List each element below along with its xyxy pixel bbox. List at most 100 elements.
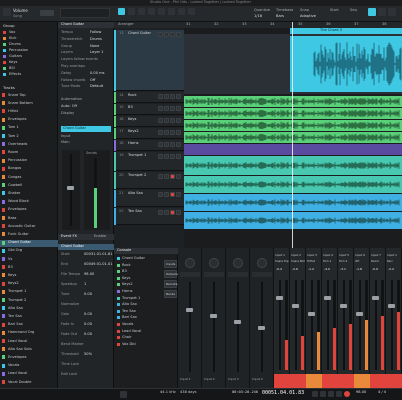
track-list-item[interactable]: Envelopes [0,117,58,124]
listen-tool-icon[interactable] [188,8,195,15]
track-list-item[interactable]: Envelopes [0,354,58,361]
solo-button[interactable] [164,209,169,215]
rewind-icon[interactable] [312,391,318,397]
track-list-item[interactable]: Tom 2 [0,133,58,140]
record-arm-button[interactable] [170,31,175,37]
monitor-button[interactable] [176,153,181,159]
event-field-value[interactable]: 00049.01.01.01 [84,262,113,267]
folder-lane[interactable] [184,144,402,155]
track-header[interactable]: 18 Horns [114,140,184,151]
mute-tool-icon[interactable] [168,8,175,15]
track-list-item[interactable]: Overheads [0,141,58,148]
record-arm-button[interactable] [170,93,175,99]
event-field-value[interactable]: 50% [84,352,92,357]
channel-fader-handle[interactable] [67,186,74,190]
track-list-item[interactable]: Trumpet 1 [0,289,58,296]
group-item[interactable]: Effects [0,72,58,78]
track-list-item[interactable]: Room [0,149,58,156]
inspector-field-value[interactable]: Drums [90,37,102,42]
performance-icon[interactable] [120,391,127,398]
track-list-item[interactable]: Cowbell [0,182,58,189]
console-tab[interactable]: Inputs [164,260,177,268]
insert-slot[interactable] [228,272,248,277]
play-icon[interactable] [336,391,342,397]
track-list-item[interactable]: Trumpet 2 [0,297,58,304]
record-arm-button[interactable] [170,141,175,147]
console-list-item[interactable]: Chord Guitar [114,256,162,262]
track-list-item[interactable]: Shaker [0,190,58,197]
track-header[interactable]: 15 B3 [114,104,184,115]
console-list-item[interactable]: Alto Sax [114,302,162,308]
console-list-item[interactable]: Trumpet 1 [114,296,162,302]
fader-handle[interactable] [356,312,363,316]
track-list-item[interactable]: Percussion [0,158,58,165]
monitor-button[interactable] [176,173,181,179]
track-list-item[interactable]: Vocals [0,363,58,370]
record-arm-button[interactable] [170,153,175,159]
track-list-item[interactable]: Wood Block [0,199,58,206]
console-list-item[interactable]: Vocals [114,322,162,328]
track-list-item[interactable]: Lead Vocal [0,338,58,345]
track-header[interactable]: 13 Chord Guitar [114,30,184,91]
monitor-button[interactable] [176,105,181,111]
track-list-item[interactable]: Gtd Org [0,248,58,255]
tempo-display[interactable]: 98.00 [356,390,366,395]
track-list-item[interactable]: Lead Vocal [0,371,58,378]
fader-handle[interactable] [292,304,299,308]
event-field-value[interactable]: 00031.01.01.81 [84,252,113,257]
solo-button[interactable] [164,31,169,37]
track-list-item[interactable]: Keys [0,272,58,279]
event-field-value[interactable]: 0.00 [84,322,92,327]
record-arm-button[interactable] [170,105,175,111]
track-list-item[interactable]: B3 [0,264,58,271]
track-header[interactable]: 22 Ten Sax [114,208,184,225]
event-fx-enable[interactable]: Enable [94,234,106,239]
record-arm-button[interactable] [170,209,175,215]
mute-button[interactable] [158,117,163,123]
monitor-button[interactable] [176,191,181,197]
snap-value[interactable]: Adaptive [300,14,316,19]
track-list-item[interactable]: Keys2 [0,281,58,288]
solo-button[interactable] [164,173,169,179]
record-arm-button[interactable] [170,117,175,123]
console-list-item[interactable]: Bari Sax [114,315,162,321]
console-list-item[interactable]: Ten Sax [114,309,162,315]
track-list-item[interactable]: Funk Guitar [0,231,58,238]
fader-handle[interactable] [210,314,217,318]
track-list-item[interactable]: Alto Sax Solo [0,346,58,353]
playhead[interactable] [292,22,293,248]
event-field-value[interactable]: 0.00 [84,292,92,297]
monitor-button[interactable] [176,209,181,215]
inspector-field-value[interactable]: Default [90,85,103,89]
mix-view-icon[interactable] [378,8,386,16]
mute-button[interactable] [158,153,163,159]
fader-handle[interactable] [388,304,395,308]
quantize-value[interactable]: 1/16 [254,14,262,19]
record-arm-button[interactable] [170,191,175,197]
split-tool-icon[interactable] [138,8,145,15]
track-header[interactable]: 17 Keys2 [114,128,184,139]
stop-icon[interactable] [328,391,334,397]
monitor-button[interactable] [176,141,181,147]
fader-handle[interactable] [340,304,347,308]
pan-knob[interactable] [209,258,219,268]
monitor-button[interactable] [176,129,181,135]
track-header[interactable]: 16 Keys [114,116,184,127]
solo-button[interactable] [164,141,169,147]
end-label[interactable]: Seq [350,8,357,13]
console-list-item[interactable]: Vox Dbl [114,342,162,348]
solo-button[interactable] [164,117,169,123]
solo-button[interactable] [164,129,169,135]
track-list-item[interactable]: Vocal Double [0,379,58,386]
monitor-button[interactable] [176,31,181,37]
solo-button[interactable] [164,191,169,197]
solo-button[interactable] [164,93,169,99]
range-tool-icon[interactable] [128,8,135,15]
fader-handle[interactable] [186,308,193,312]
track-list-item[interactable]: Snare Bottom [0,100,58,107]
event-field-value[interactable]: 1 [84,282,86,287]
solo-button[interactable] [164,153,169,159]
inspector-field-value[interactable]: 0.00 ms [90,71,105,76]
song-icon[interactable] [3,8,11,16]
fader-handle[interactable] [276,296,283,300]
